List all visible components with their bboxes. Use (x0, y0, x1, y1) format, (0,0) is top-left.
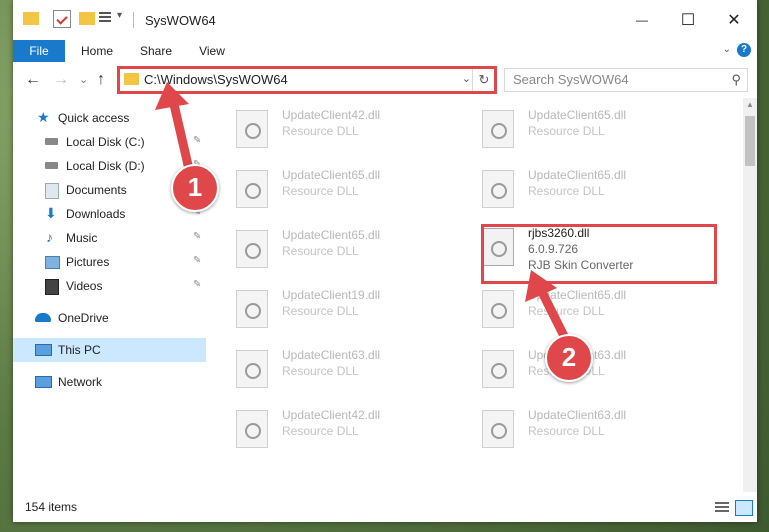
arrow-1-head (155, 82, 189, 110)
explorer-window: ▾ SysWOW64 — ☐ ✕ File Home Share View ⌄ … (13, 0, 757, 522)
annotation-arrows (155, 82, 570, 343)
step-1-badge: 1 (171, 164, 219, 212)
arrow-2-shaft (536, 285, 570, 343)
step-2-badge: 2 (545, 334, 593, 382)
